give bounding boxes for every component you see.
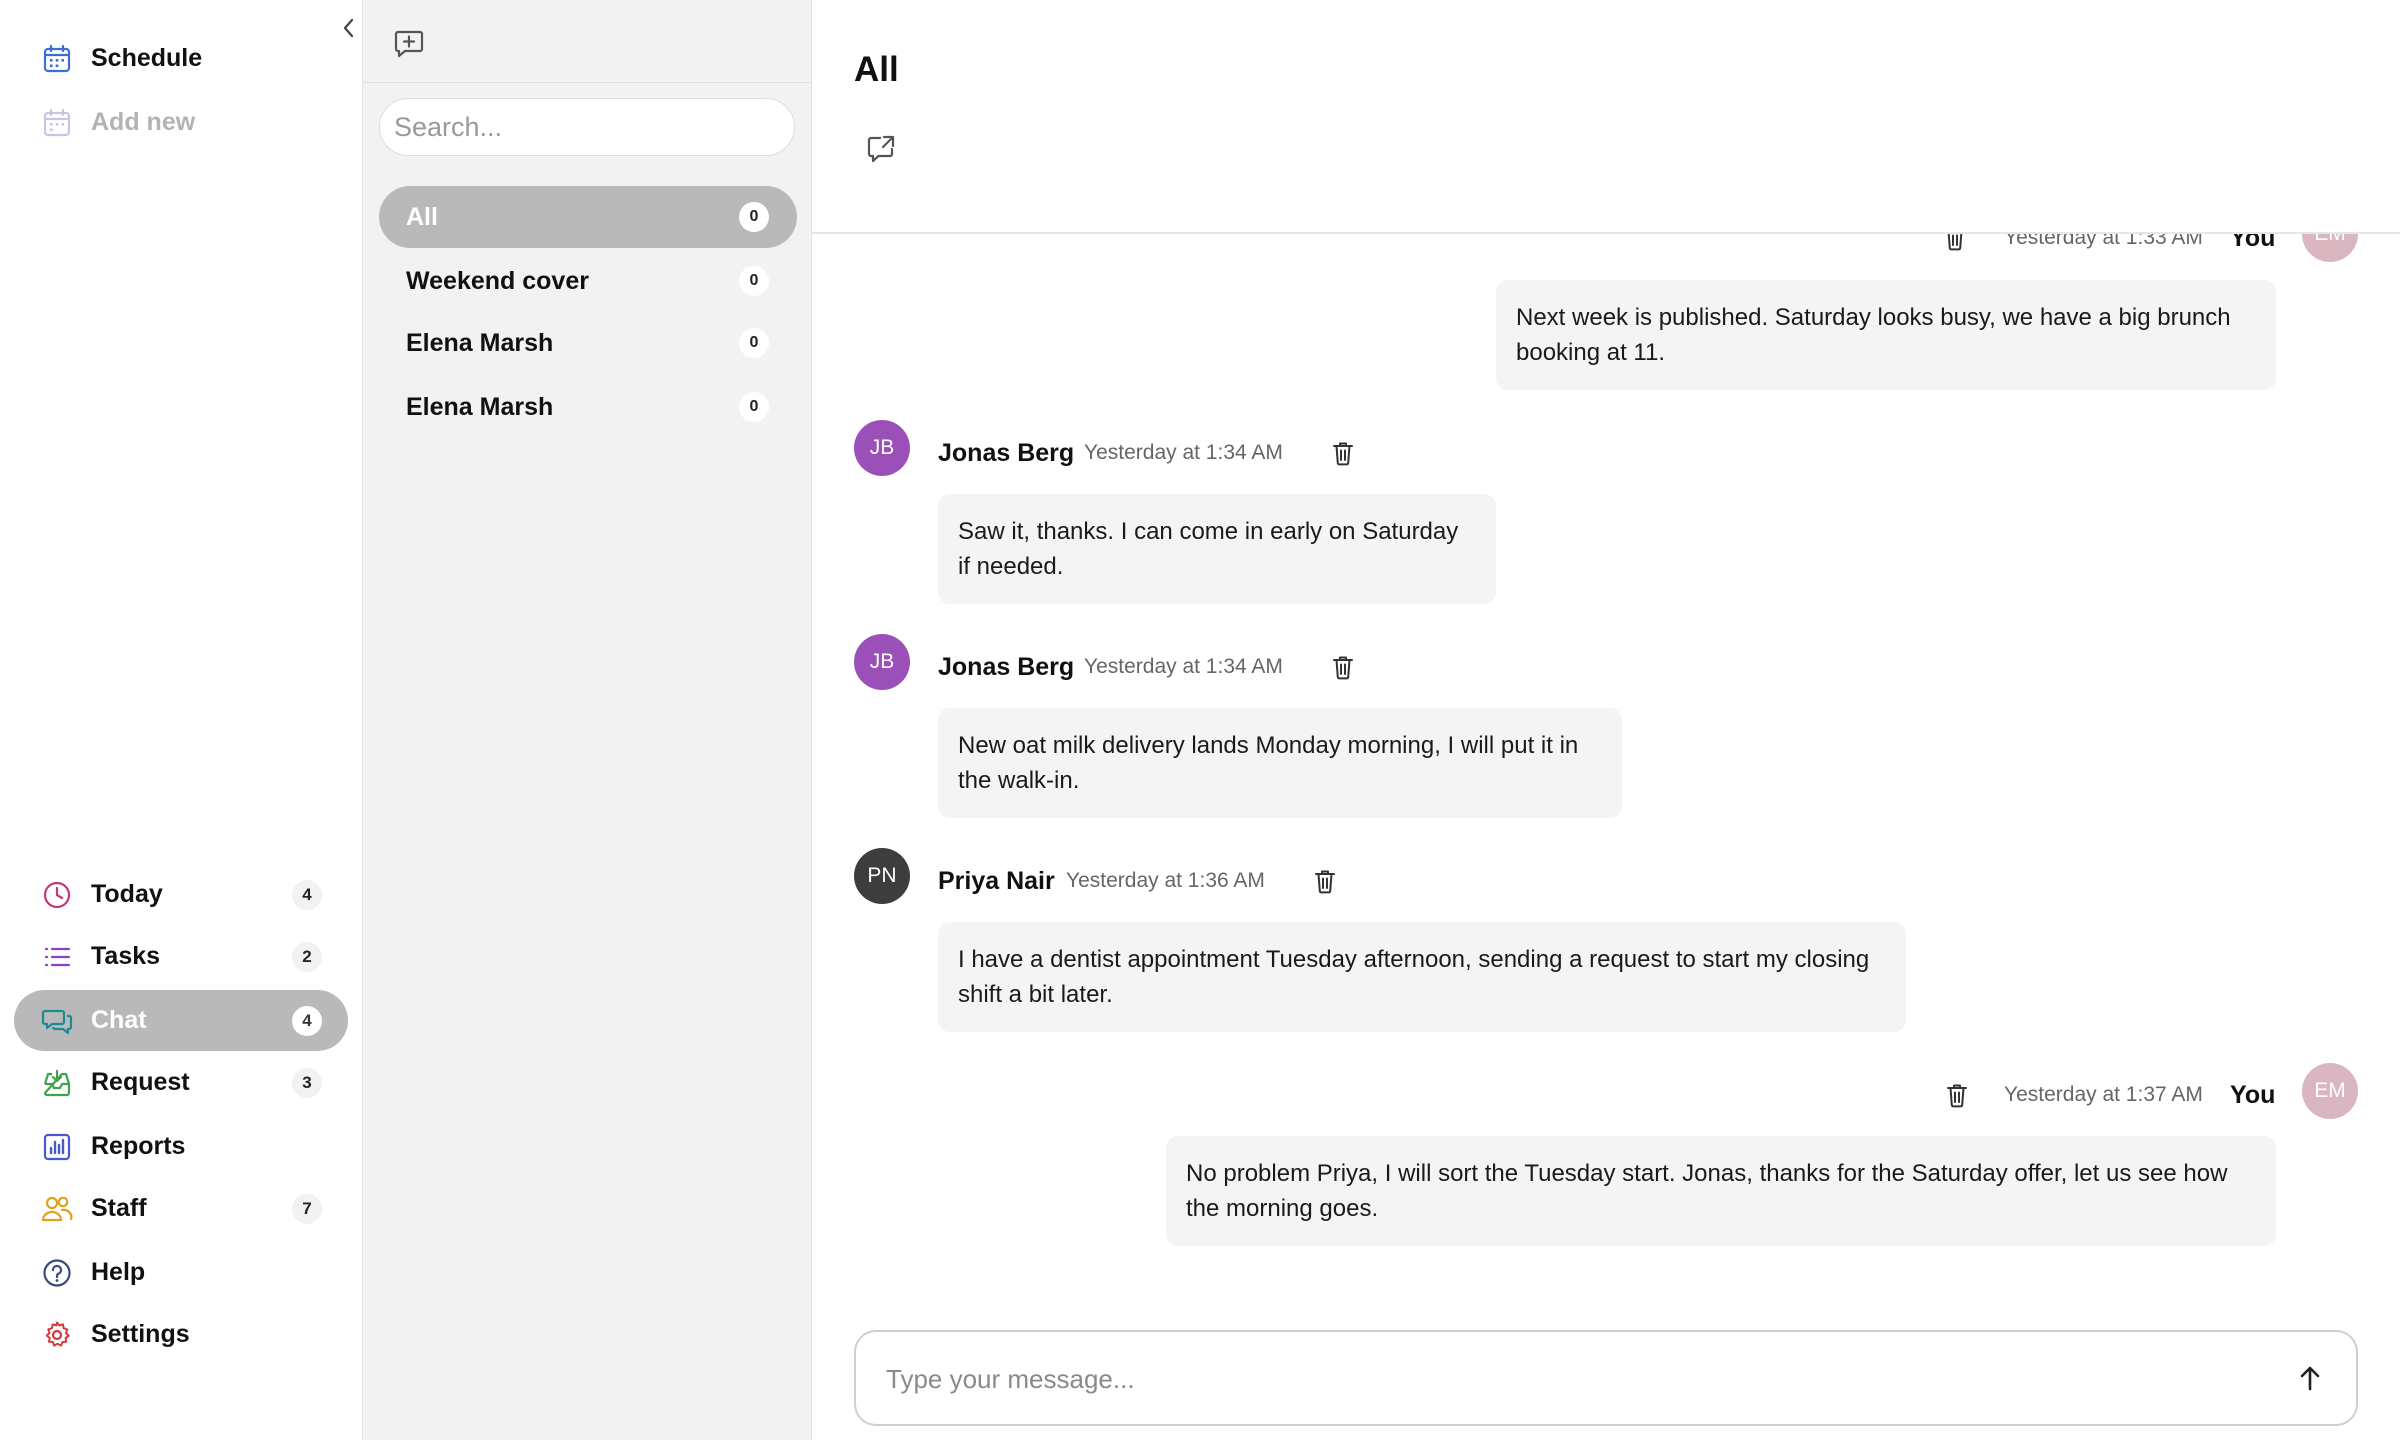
channel-label: Elena Marsh	[406, 392, 554, 421]
new-chat-button[interactable]	[391, 26, 427, 62]
message-bubble: Next week is published. Saturday looks b…	[1496, 280, 2276, 390]
count-badge: 0	[739, 202, 769, 232]
nav-item-schedule[interactable]: Schedule	[14, 28, 348, 89]
search-input[interactable]	[379, 98, 795, 156]
channel-label: All	[406, 202, 438, 231]
trash-icon	[1313, 868, 1337, 894]
message-sender: Priya Nair	[938, 867, 1055, 895]
list-icon	[40, 940, 74, 974]
avatar: JB	[854, 420, 910, 476]
new-message-icon	[393, 28, 425, 60]
users-icon	[40, 1192, 74, 1226]
send-button[interactable]	[2292, 1360, 2328, 1396]
count-badge: 3	[292, 1067, 322, 1098]
nav-item-label: Help	[91, 1258, 146, 1286]
message-composer	[854, 1330, 2358, 1426]
nav-item-label: Staff	[91, 1194, 147, 1222]
inbox-download-icon	[40, 1066, 74, 1100]
message-timestamp: Yesterday at 1:36 AM	[1066, 869, 1265, 892]
channel-label: Weekend cover	[406, 266, 589, 295]
message-sender: You	[2230, 1081, 2276, 1109]
share-button[interactable]	[864, 132, 898, 166]
gear-icon	[40, 1318, 74, 1352]
message-sender: Jonas Berg	[938, 653, 1075, 681]
count-badge: 7	[292, 1193, 322, 1224]
chevron-left-icon	[340, 17, 358, 39]
message-bubble: New oat milk delivery lands Monday morni…	[938, 708, 1622, 818]
channel-list-panel: All 0 Weekend cover 0 Elena Marsh 0 Elen…	[363, 0, 812, 1440]
nav-item-chat[interactable]: Chat 4	[14, 990, 348, 1051]
message-bubble: Saw it, thanks. I can come in early on S…	[938, 494, 1496, 604]
channel-item-weekend-cover[interactable]: Weekend cover 0	[379, 250, 797, 312]
arrow-up-icon	[2297, 1364, 2323, 1392]
count-badge: 4	[292, 879, 322, 910]
channel-item-elena-marsh[interactable]: Elena Marsh 0	[379, 312, 797, 374]
page-title: All	[854, 50, 899, 89]
count-badge: 2	[292, 941, 322, 972]
nav-item-label: Schedule	[91, 44, 203, 72]
avatar: EM	[2302, 1063, 2358, 1119]
nav-item-label: Today	[91, 880, 163, 908]
clock-icon	[40, 878, 74, 912]
nav-item-label: Request	[91, 1068, 190, 1096]
trash-icon	[1331, 654, 1355, 680]
message-bubble: No problem Priya, I will sort the Tuesda…	[1166, 1136, 2276, 1246]
chat-header: All	[812, 0, 2400, 234]
nav-item-label: Settings	[91, 1320, 190, 1348]
calendar-icon	[40, 42, 74, 76]
trash-icon	[1945, 1082, 1969, 1108]
message-input[interactable]	[884, 1332, 2268, 1426]
bar-chart-icon	[40, 1130, 74, 1164]
message-timestamp: Yesterday at 1:34 AM	[1084, 655, 1283, 678]
delete-message-button[interactable]	[1942, 1080, 1972, 1110]
nav-item-label: Reports	[91, 1132, 186, 1160]
nav-item-today[interactable]: Today 4	[14, 864, 348, 925]
chat-bubbles-icon	[40, 1004, 74, 1038]
nav-item-staff[interactable]: Staff 7	[14, 1178, 348, 1239]
nav-item-help[interactable]: Help	[14, 1242, 348, 1303]
nav-item-settings[interactable]: Settings	[14, 1304, 348, 1365]
avatar: PN	[854, 848, 910, 904]
share-message-icon	[866, 134, 896, 164]
question-circle-icon	[40, 1256, 74, 1290]
channel-label: Elena Marsh	[406, 328, 554, 357]
message-sender: Jonas Berg	[938, 439, 1075, 467]
nav-item-label: Add new	[91, 108, 196, 136]
nav-item-add-new[interactable]: Add new	[14, 92, 348, 153]
message-timestamp: Yesterday at 1:34 AM	[1084, 441, 1283, 464]
nav-item-label: Tasks	[91, 942, 161, 970]
avatar: JB	[854, 634, 910, 690]
message-timestamp: Yesterday at 1:37 AM	[2004, 1083, 2203, 1106]
count-badge: 0	[739, 328, 769, 358]
divider	[363, 82, 811, 83]
nav-item-label: Chat	[91, 1006, 147, 1034]
count-badge: 4	[292, 1005, 322, 1036]
main-nav: Schedule Add new Today 4 Tasks 2 Chat 4 …	[0, 0, 363, 1440]
nav-item-request[interactable]: Request 3	[14, 1052, 348, 1113]
nav-item-reports[interactable]: Reports	[14, 1116, 348, 1177]
delete-message-button[interactable]	[1328, 438, 1358, 468]
message-bubble: I have a dentist appointment Tuesday aft…	[938, 922, 1906, 1032]
delete-message-button[interactable]	[1328, 652, 1358, 682]
count-badge: 0	[739, 392, 769, 422]
channel-item-elena-marsh[interactable]: Elena Marsh 0	[379, 376, 797, 438]
channel-item-all[interactable]: All 0	[379, 186, 797, 248]
delete-message-button[interactable]	[1310, 866, 1340, 896]
calendar-plus-icon	[40, 106, 74, 140]
chat-main: Yesterday at 1:33 AM You EM Next week is…	[812, 0, 2400, 1440]
count-badge: 0	[739, 266, 769, 296]
trash-icon	[1331, 440, 1355, 466]
nav-item-tasks[interactable]: Tasks 2	[14, 926, 348, 987]
